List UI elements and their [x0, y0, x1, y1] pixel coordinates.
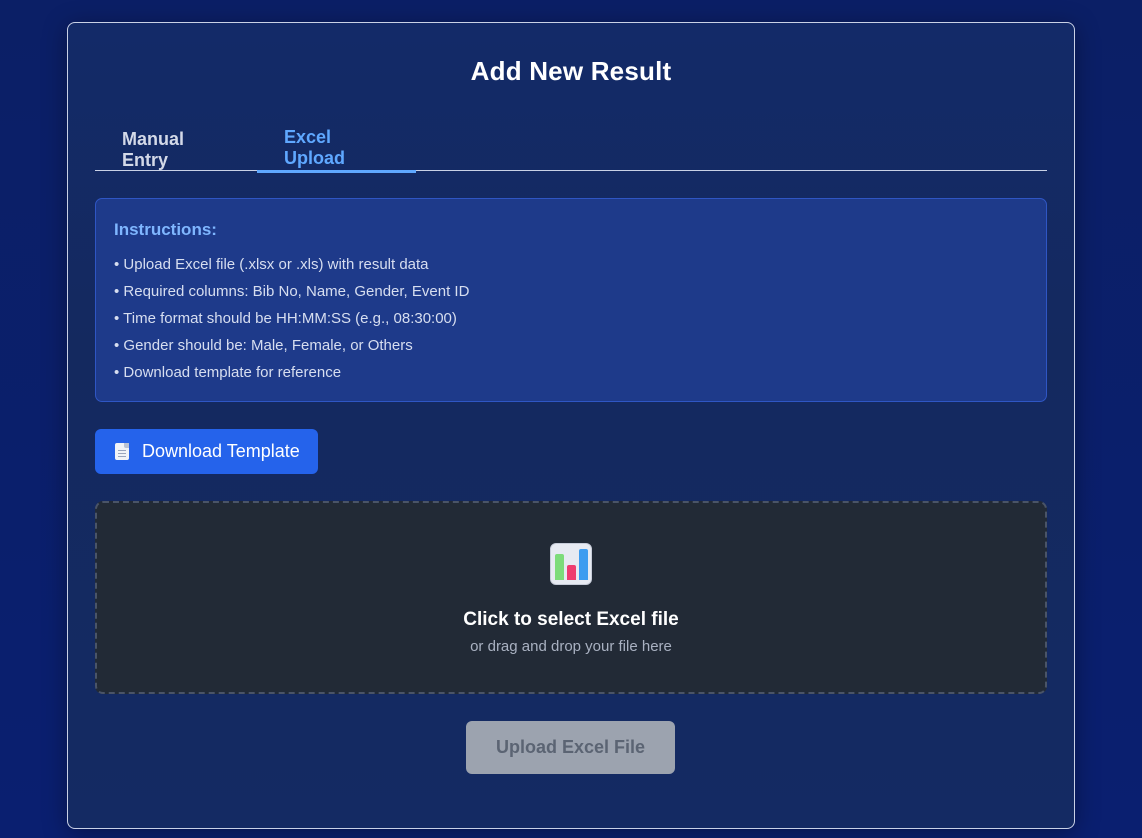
page-title: Add New Result: [470, 56, 672, 86]
tab-excel-upload[interactable]: Excel Upload: [257, 125, 416, 173]
bar-chart-icon: [550, 543, 592, 585]
dropzone-title: Click to select Excel file: [463, 609, 679, 630]
file-dropzone[interactable]: Click to select Excel file or drag and d…: [95, 501, 1047, 694]
instruction-item: • Upload Excel file (.xlsx or .xls) with…: [114, 256, 429, 273]
instructions-panel: Instructions: • Upload Excel file (.xlsx…: [95, 198, 1047, 402]
instruction-item: • Time format should be HH:MM:SS (e.g., …: [114, 310, 457, 327]
instruction-item: • Download template for reference: [114, 364, 342, 381]
tab-manual-entry[interactable]: Manual Entry: [95, 125, 257, 171]
instructions-list: • Upload Excel file (.xlsx or .xls) with…: [114, 251, 1028, 386]
upload-excel-button[interactable]: Upload Excel File: [466, 721, 675, 774]
add-result-card: Add New Result Manual Entry Excel Upload…: [67, 22, 1075, 829]
document-icon: [115, 443, 129, 460]
download-template-button[interactable]: Download Template: [95, 429, 318, 474]
instructions-heading: Instructions:: [114, 220, 217, 239]
download-template-label: Download Template: [142, 441, 300, 461]
instruction-item: • Required columns: Bib No, Name, Gender…: [114, 283, 470, 300]
dropzone-subtitle: or drag and drop your file here: [470, 638, 672, 655]
instruction-item: • Gender should be: Male, Female, or Oth…: [114, 337, 413, 354]
tab-bar: Manual Entry Excel Upload: [95, 125, 1047, 173]
